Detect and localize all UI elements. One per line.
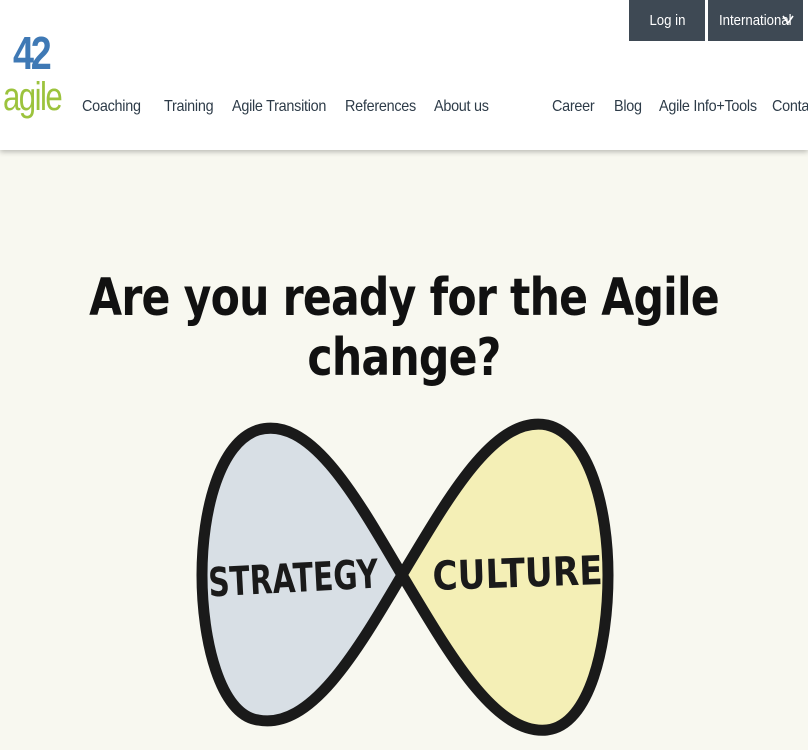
secondary-nav: Career Blog Agile Info+Tools Contact <box>552 98 808 116</box>
nav-item-agile-transition[interactable]: Agile Transition <box>232 98 326 116</box>
nav-item-coaching[interactable]: Coaching <box>82 98 141 116</box>
nav-item-agile-info-tools[interactable]: Agile Info+Tools <box>659 98 757 116</box>
nav-item-about-us[interactable]: About us <box>434 98 489 116</box>
nav-item-references[interactable]: References <box>345 98 416 116</box>
main-nav: Coaching Training Agile Transition Refer… <box>82 98 499 116</box>
hero-headline-text: Are you ready for the Agile change? <box>89 268 720 388</box>
strategy-label: STRATEGY <box>207 552 380 607</box>
logo-number: 42 <box>13 27 52 79</box>
strategy-culture-infinity-illustration: STRATEGY CULTURE <box>196 418 614 736</box>
nav-item-career[interactable]: Career <box>552 98 595 116</box>
hero-headline: Are you ready for the Agile change? <box>0 268 808 388</box>
logo-word: agile <box>3 75 63 119</box>
culture-label: CULTURE <box>432 548 604 600</box>
international-dropdown[interactable]: International <box>708 0 803 41</box>
login-label: Log in <box>649 12 685 29</box>
nav-item-training[interactable]: Training <box>164 98 214 116</box>
nav-item-blog[interactable]: Blog <box>614 98 642 116</box>
agile42-logo[interactable]: 42 agile <box>3 27 63 134</box>
site-header: 42 agile Coaching Training Agile Transit… <box>0 0 808 150</box>
chevron-down-icon <box>782 15 794 25</box>
nav-item-contact[interactable]: Contact <box>772 98 808 116</box>
login-button[interactable]: Log in <box>629 0 705 41</box>
